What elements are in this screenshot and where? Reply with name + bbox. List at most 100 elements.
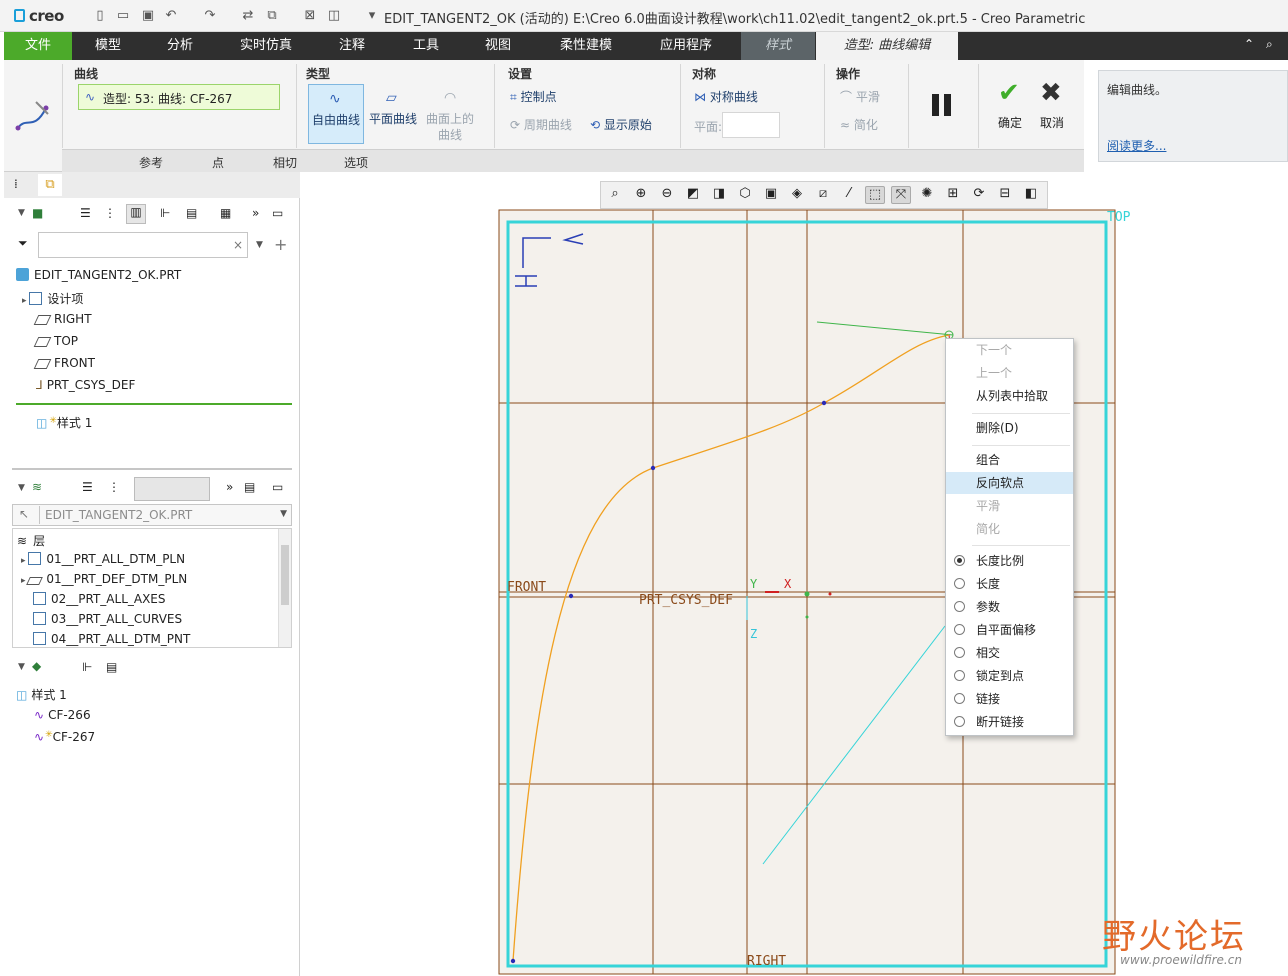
more-icon[interactable]: » — [226, 480, 233, 494]
open-file-icon[interactable]: ▭ — [115, 8, 131, 24]
style-tree-item-cf266[interactable]: ∿ CF-266 — [34, 708, 91, 722]
tab-applications[interactable]: 应用程序 — [642, 32, 730, 60]
menu-radio-lock-to-point[interactable]: 锁定到点 — [946, 665, 1073, 687]
panel-splitter[interactable] — [12, 468, 292, 470]
tree-columns-icon[interactable]: ▥ — [126, 204, 146, 224]
redo-icon[interactable]: ↷ — [202, 8, 218, 24]
undo-icon[interactable]: ↶ — [163, 8, 179, 24]
active-model-select[interactable]: ↖ EDIT_TANGENT2_OK.PRT ▼ — [12, 504, 292, 526]
control-points-button[interactable]: ⌗ 控制点 — [510, 88, 557, 105]
model-tree-collapse-icon[interactable]: ▼ — [18, 208, 25, 218]
menu-radio-parameter[interactable]: 参数 — [946, 596, 1073, 618]
more-icon[interactable]: » — [252, 206, 259, 220]
curve-on-surface-button[interactable]: ◠ 曲面上的 曲线 — [424, 84, 482, 144]
scrollbar-thumb[interactable] — [281, 545, 289, 605]
periodic-curve-button[interactable]: ⟳ 周期曲线 — [510, 116, 572, 133]
tab-annotate[interactable]: 注释 — [320, 32, 384, 60]
tab-simulation[interactable]: 实时仿真 — [228, 32, 304, 60]
expand-icon[interactable]: ▸ — [21, 556, 28, 566]
tab-style[interactable]: 样式 — [741, 32, 815, 60]
menu-radio-plane-offset[interactable]: 自平面偏移 — [946, 619, 1073, 641]
menu-item-next[interactable]: 下一个 — [946, 339, 1073, 361]
menu-item-reverse-soft-point[interactable]: 反向软点 — [946, 472, 1073, 494]
layer-item[interactable]: ▸ 01__PRT_DEF_DTM_PLN — [21, 572, 187, 586]
style-tree-item-cf267[interactable]: ∿✳CF-267 — [34, 730, 95, 744]
add-filter-icon[interactable]: + — [274, 235, 287, 254]
tab-analysis[interactable]: 分析 — [148, 32, 212, 60]
tree-root[interactable]: EDIT_TANGENT2_OK.PRT — [16, 268, 181, 282]
menu-item-smooth[interactable]: 平滑 — [946, 495, 1073, 517]
windows-icon[interactable]: ⧉ — [264, 8, 280, 24]
menu-radio-unlink[interactable]: 断开链接 — [946, 711, 1073, 733]
tree-item-design-items[interactable]: ▸ 设计项 — [22, 290, 83, 307]
style-tree-root[interactable]: ◫ 样式 1 — [16, 686, 67, 703]
style-tree-show-icon[interactable]: ▤ — [106, 660, 117, 674]
sketch-icon[interactable]: ◫ — [326, 8, 342, 24]
help-search-icon[interactable]: ⌕ — [1266, 37, 1273, 52]
tree-list-icon[interactable]: ☰ — [80, 206, 91, 220]
tree-search-input[interactable]: × — [38, 232, 248, 258]
tree-filter-list-icon[interactable]: ⋮ — [104, 206, 116, 220]
smooth-button[interactable]: ⌒ 平滑 — [840, 88, 880, 105]
layer-item[interactable]: 02__PRT_ALL_AXES — [33, 592, 166, 606]
read-more-link[interactable]: 阅读更多... — [1107, 137, 1166, 154]
tree-detail-icon[interactable]: ▦ — [220, 206, 231, 220]
tab-model[interactable]: 模型 — [76, 32, 140, 60]
menu-radio-link[interactable]: 链接 — [946, 688, 1073, 710]
filter-icon[interactable]: ⏷ — [18, 236, 28, 251]
style-tree-settings-icon[interactable]: ⊩ — [82, 660, 92, 674]
ok-button[interactable]: ✔ 确定 — [992, 78, 1032, 134]
model-tree-tab-icon[interactable]: ⁞ — [14, 177, 18, 191]
tree-show-icon[interactable]: ▤ — [186, 206, 197, 220]
tree-export-icon[interactable]: ▭ — [272, 206, 283, 220]
layer-display-toggle-icon[interactable] — [134, 477, 210, 501]
tab-points[interactable]: 点 — [186, 154, 250, 171]
menu-radio-intersect[interactable]: 相交 — [946, 642, 1073, 664]
menu-radio-length[interactable]: 长度 — [946, 573, 1073, 595]
tab-view[interactable]: 视图 — [466, 32, 530, 60]
tab-options[interactable]: 选项 — [320, 154, 392, 171]
curve-collector[interactable]: ∿ 造型: 53: 曲线: CF-267 — [78, 84, 280, 110]
planar-curve-button[interactable]: ▱ 平面曲线 — [366, 84, 424, 144]
tab-references[interactable]: 参考 — [116, 154, 186, 171]
tree-item-top[interactable]: TOP — [33, 334, 78, 348]
tree-item-style[interactable]: ◫ ✳样式 1 — [36, 414, 92, 431]
layer-item[interactable]: 03__PRT_ALL_CURVES — [33, 612, 182, 626]
layer-scrollbar[interactable] — [278, 529, 291, 647]
model-viewport[interactable]: TOP FRONT RIGHT PRT_CSYS_DEF Y X Z — [301, 172, 1288, 976]
tree-item-csys[interactable]: ⅃ PRT_CSYS_DEF — [36, 378, 135, 392]
tab-curve-edit[interactable]: 造型: 曲线编辑 — [816, 32, 958, 60]
pause-button[interactable] — [928, 92, 958, 118]
simplify-button[interactable]: ≈ 简化 — [840, 116, 878, 133]
minimize-ribbon-icon[interactable]: ⌃ — [1244, 37, 1254, 51]
show-original-button[interactable]: ⟲ 显示原始 — [590, 116, 652, 133]
menu-item-combine[interactable]: 组合 — [946, 449, 1073, 471]
menu-item-pick-from-list[interactable]: 从列表中拾取 — [946, 385, 1073, 407]
tab-flexible-modeling[interactable]: 柔性建模 — [544, 32, 628, 60]
save-icon[interactable]: ▣ — [140, 8, 156, 24]
regenerate-icon[interactable]: ⇄ — [240, 8, 256, 24]
tree-item-right[interactable]: RIGHT — [33, 312, 92, 326]
menu-radio-length-ratio[interactable]: 长度比例 — [946, 550, 1073, 572]
expand-icon[interactable]: ▸ — [22, 296, 29, 306]
close-window-icon[interactable]: ⊠ — [302, 8, 318, 24]
insert-here-marker[interactable] — [16, 403, 292, 405]
menu-item-simplify[interactable]: 简化 — [946, 518, 1073, 540]
style-tree-collapse-icon[interactable]: ▼ — [18, 662, 25, 672]
tree-settings-icon[interactable]: ⊩ — [160, 206, 170, 220]
chevron-down-icon[interactable]: ▼ — [280, 509, 287, 519]
customize-dropdown-icon[interactable]: ▾ — [364, 8, 380, 24]
menu-item-delete[interactable]: 删除(D) — [946, 417, 1073, 439]
layer-item[interactable]: 04__PRT_ALL_DTM_PNT — [33, 632, 190, 646]
layer-tree-collapse-icon[interactable]: ▼ — [18, 483, 25, 493]
tree-item-front[interactable]: FRONT — [33, 356, 95, 370]
layer-filter-icon[interactable]: ⋮ — [108, 480, 120, 494]
symmetric-curve-button[interactable]: ⋈ 对称曲线 — [694, 88, 758, 105]
tab-tools[interactable]: 工具 — [394, 32, 458, 60]
layer-item[interactable]: ▸ 01__PRT_ALL_DTM_PLN — [21, 552, 185, 566]
layer-properties-icon[interactable]: ▤ — [244, 480, 255, 494]
folder-browser-tab-icon[interactable]: ⧉ — [38, 174, 62, 196]
tab-tangency[interactable]: 相切 — [250, 154, 320, 171]
cancel-button[interactable]: ✖ 取消 — [1034, 78, 1074, 134]
new-file-icon[interactable]: ▯ — [92, 8, 108, 24]
